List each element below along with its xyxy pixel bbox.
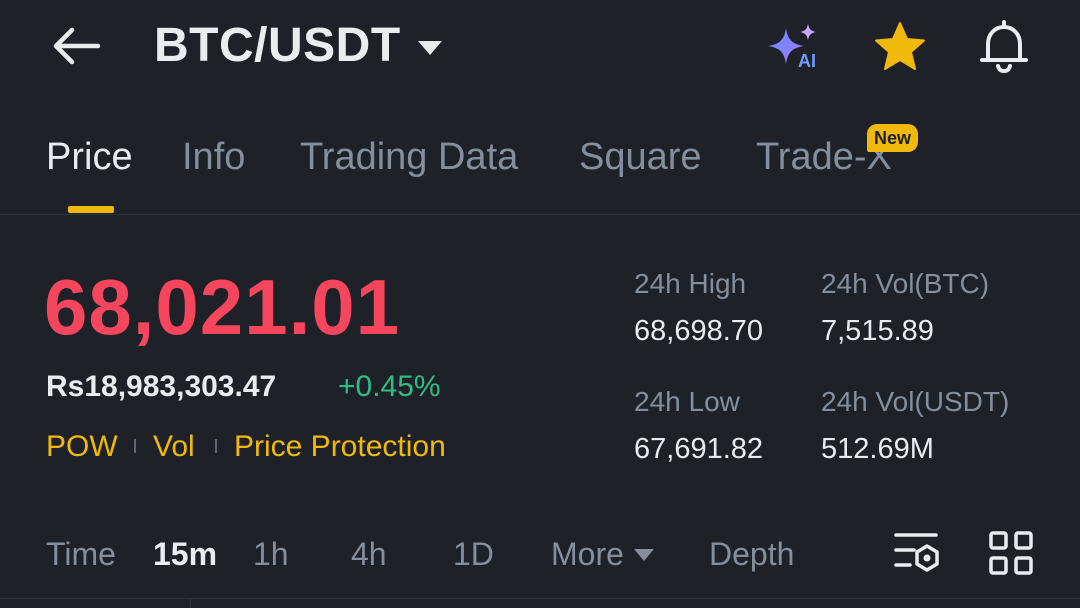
vol-usdt-label: 24h Vol(USDT) [821,386,1010,417]
pair-title: BTC/USDT [154,19,401,72]
vol-btc-value: 7,515.89 [821,315,934,347]
tab-trading-data[interactable]: Trading Data [300,136,518,179]
tag-separator [215,439,217,453]
grid-icon [989,531,1033,575]
timeframe-4h[interactable]: 4h [351,536,387,573]
ai-sparkle-icon: AI [768,24,816,71]
price-change-percent: +0.45% [338,370,441,403]
indicator-settings-button[interactable] [892,530,942,576]
last-price: 68,021.01 [44,263,401,351]
vol-btc-label: 24h Vol(BTC) [821,268,990,299]
timeframe-more-dropdown[interactable]: More [551,536,654,573]
chevron-down-icon [633,548,654,561]
ai-icon-label: AI [798,51,816,71]
timeframe-label: Time [46,536,116,572]
active-tab-indicator [68,206,114,213]
high-24h-label: 24h High [634,268,747,299]
toolbar-divider [0,598,1080,599]
price-alert-button[interactable] [976,18,1032,74]
tag-vol[interactable]: Vol [153,430,195,464]
low-24h-value: 67,691.82 [634,433,764,465]
tag-price-protection[interactable]: Price Protection [234,430,446,464]
tag-pow[interactable]: POW [46,430,118,464]
pair-selector[interactable]: BTC/USDT [154,18,443,73]
low-24h-label: 24h Low [634,386,740,417]
timeframe-1d[interactable]: 1D [453,536,494,573]
timeframe-15m[interactable]: 15m [153,536,217,573]
indicator-settings-icon [894,533,939,572]
vol-usdt-value: 512.69M [821,433,934,465]
depth-tab[interactable]: Depth [709,536,794,573]
tab-divider [0,214,1080,215]
tab-price[interactable]: Price [46,136,133,179]
timeframe-more-label: More [551,536,624,572]
tag-separator [134,439,136,453]
favorite-star-icon [875,22,925,70]
tab-square[interactable]: Square [579,136,702,179]
ai-assistant-button[interactable]: AI [764,20,824,74]
high-24h-value: 68,698.70 [634,315,764,347]
favorite-button[interactable] [872,20,928,74]
pair-dropdown-icon [417,40,442,55]
fiat-price: Rs18,983,303.47 [46,370,277,403]
layout-grid-button[interactable] [988,530,1034,576]
back-arrow-icon [53,27,101,65]
tab-info[interactable]: Info [182,136,245,179]
bell-icon [980,20,1028,73]
chart-column-divider [190,598,191,608]
new-badge: New [867,124,919,152]
back-button[interactable] [48,22,104,70]
timeframe-1h[interactable]: 1h [253,536,289,573]
